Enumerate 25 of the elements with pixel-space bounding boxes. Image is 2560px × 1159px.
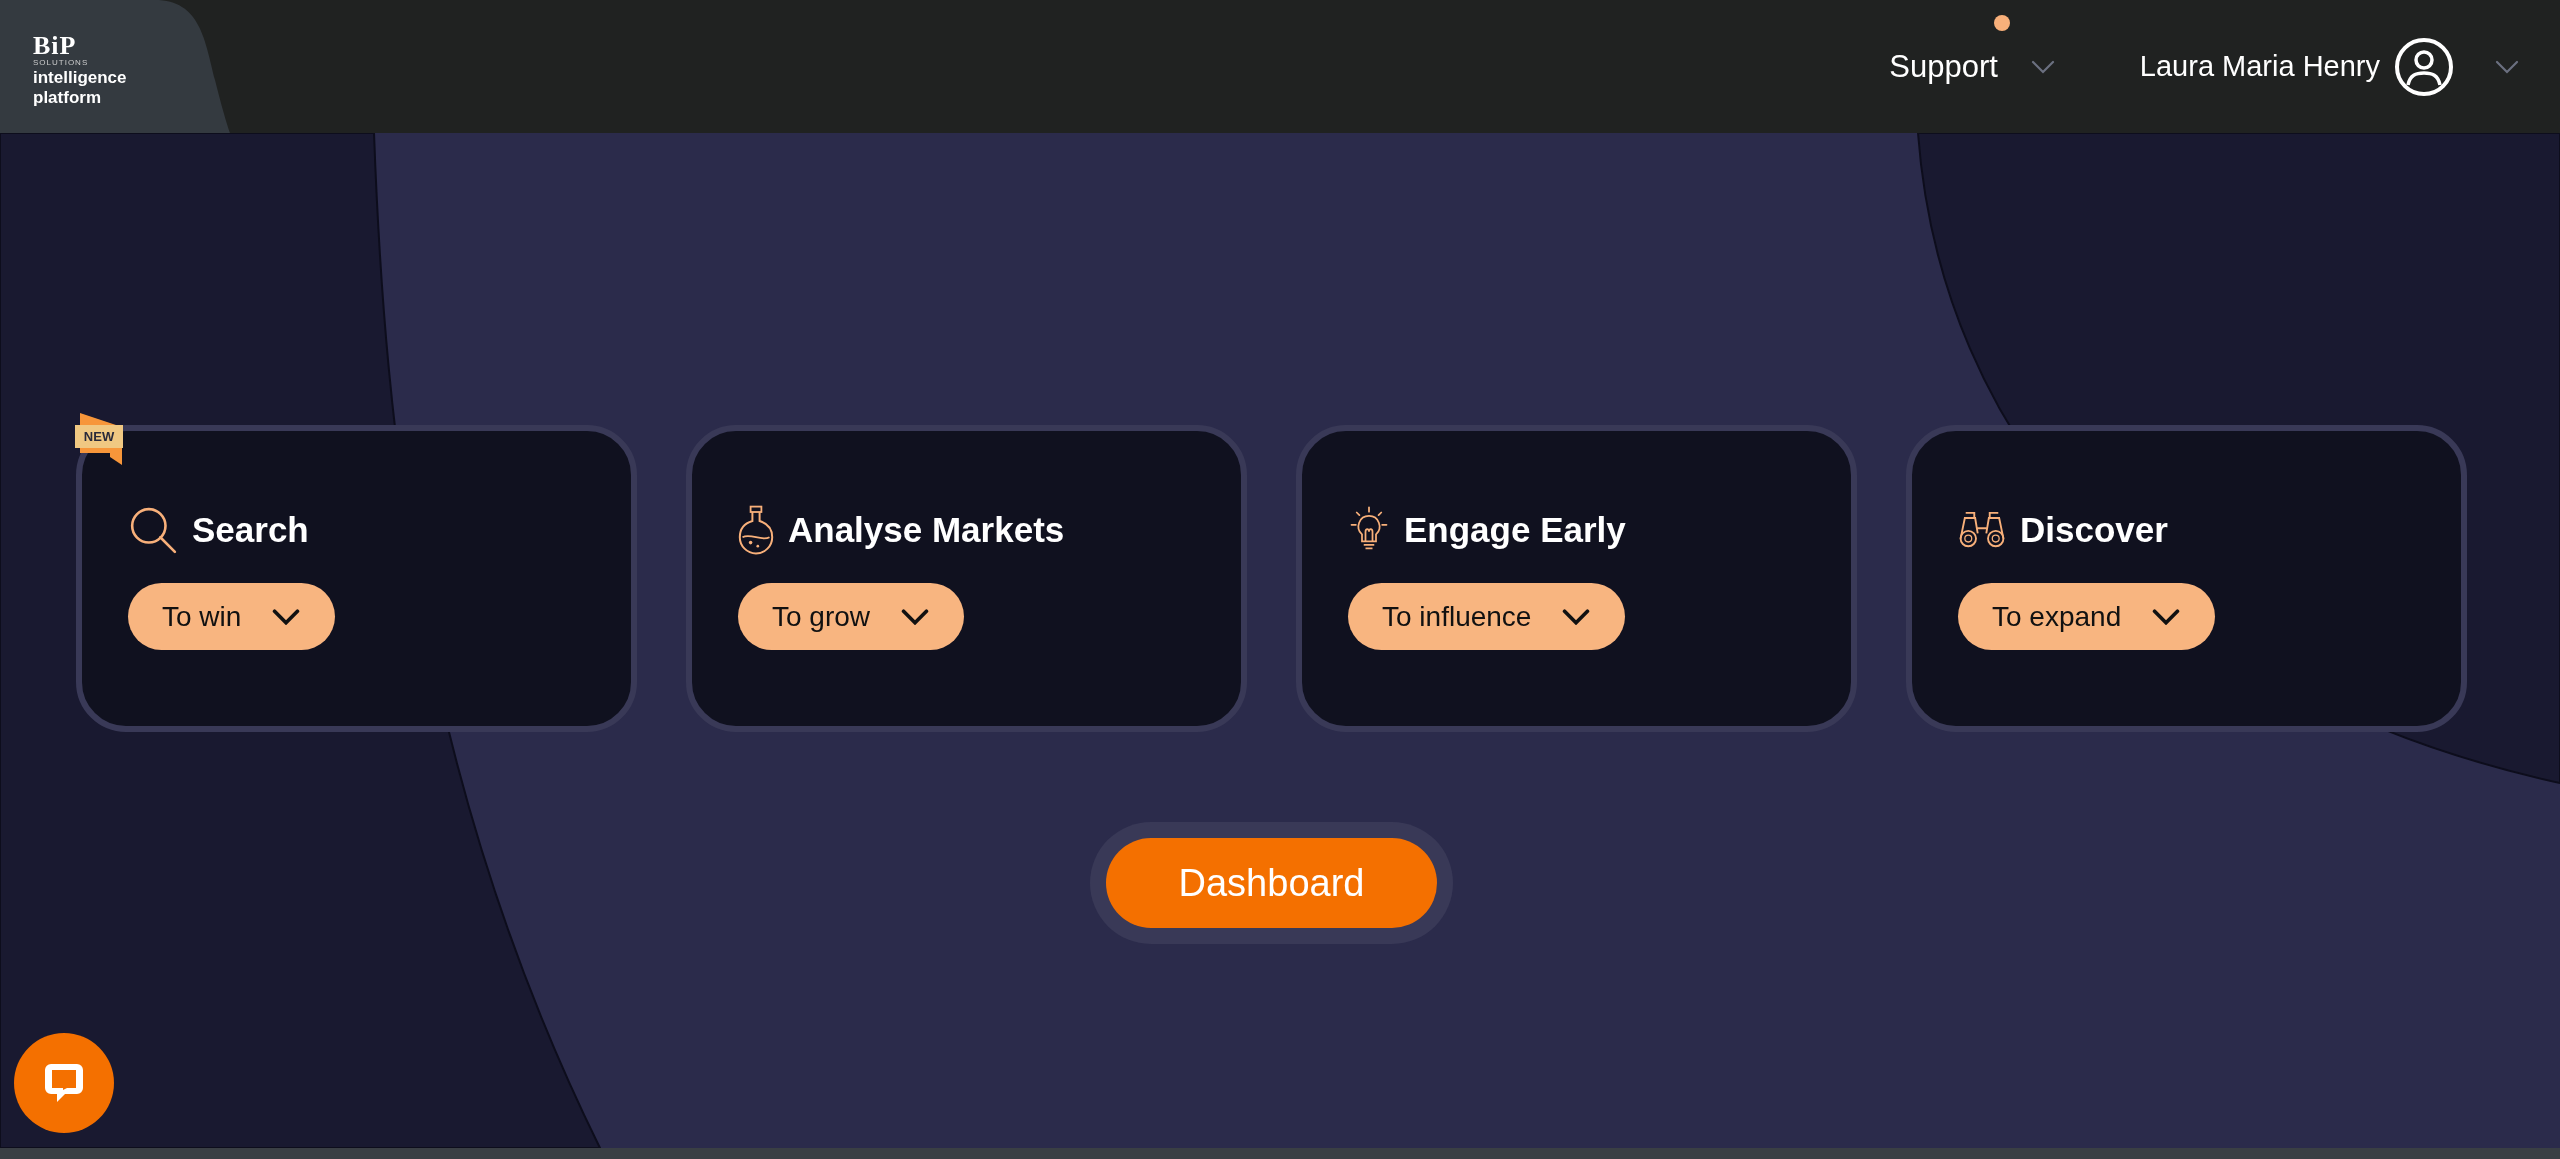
option-dropdown[interactable]: To grow [738,583,965,650]
feature-card[interactable]: Discover To expand [1906,425,2467,732]
card-title: Search [192,510,309,550]
chevron-icon [2029,59,2056,74]
chevron-icon [1561,608,1592,625]
user-name[interactable]: Laura Maria Henry [2139,50,2380,83]
user-avatar-icon[interactable] [2394,36,2454,97]
chevron-icon [2151,608,2182,625]
chevron-icon [271,608,302,625]
card-title: Analyse Markets [788,510,1065,550]
feature-card[interactable]: Engage Early To influence [1296,425,1857,732]
chevron-icon [2494,59,2520,74]
card-title: Engage Early [1404,510,1626,550]
logo-product: intelligence platform [33,68,127,108]
option-dropdown[interactable]: To expand [1958,583,2216,650]
chevron-icon [900,608,931,625]
feature-card[interactable]: Analyse Markets To grow [686,425,1247,732]
option-dropdown[interactable]: To influence [1348,583,1626,650]
logo-brand: BiP [33,34,78,58]
card-title: Discover [2020,510,2168,550]
support-menu[interactable]: Support [1889,48,1998,85]
search-icon [128,505,178,555]
option-dropdown[interactable]: To win [128,583,336,650]
logo-tagline: SOLUTIONS [33,58,90,68]
flask-icon [738,504,774,556]
